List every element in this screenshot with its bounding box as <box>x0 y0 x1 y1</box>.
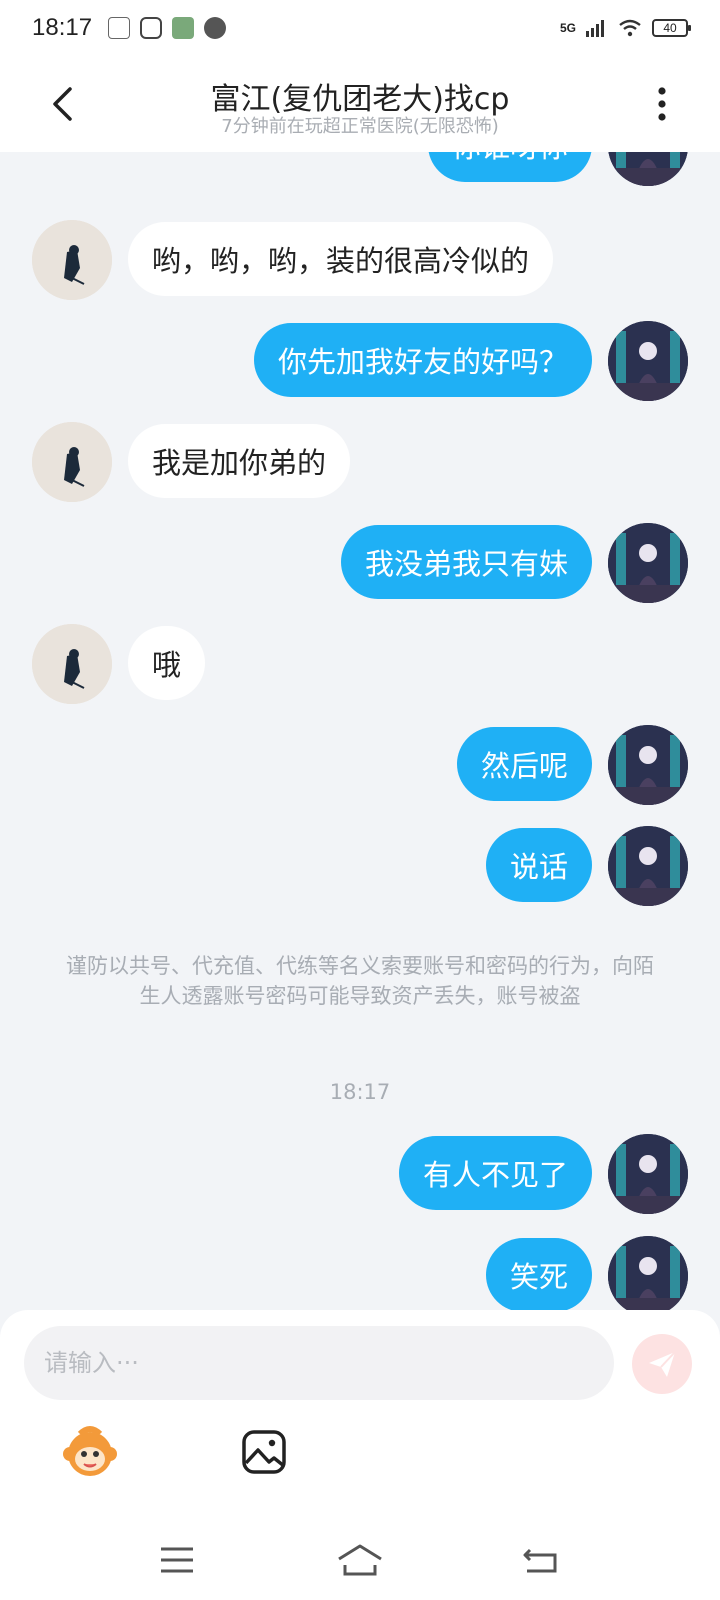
my-avatar[interactable] <box>608 826 688 906</box>
image-button[interactable] <box>234 1422 294 1482</box>
avatar-image-icon <box>608 152 688 186</box>
send-button[interactable] <box>632 1334 692 1394</box>
my-avatar[interactable] <box>608 152 688 186</box>
my-avatar[interactable] <box>608 725 688 805</box>
avatar-image-icon <box>608 523 688 603</box>
security-notice: 谨防以共号、代充值、代练等名义索要账号和密码的行为，向陌生人透露账号密码可能导致… <box>66 954 654 1008</box>
signal-icon <box>586 20 604 37</box>
back-nav-button[interactable] <box>510 1530 570 1590</box>
avatar-image-icon <box>608 321 688 401</box>
avatar-image-icon <box>608 1236 688 1310</box>
home-icon <box>338 1544 382 1576</box>
send-plane-icon <box>649 1351 676 1377</box>
app-notification-icon <box>108 17 131 39</box>
status-time: 18:17 <box>32 14 93 41</box>
message-bubble-outgoing[interactable]: 说话 <box>485 828 592 902</box>
battery-icon: 40 <box>652 19 691 37</box>
emoji-button[interactable] <box>60 1422 120 1482</box>
message-bubble-outgoing[interactable]: 你先加我好友的好吗？ <box>253 323 592 397</box>
message-list[interactable]: 你谁呀你 哟，哟，哟，装的很高冷似的 你先加我好友的好吗？ <box>0 152 720 1310</box>
my-avatar[interactable] <box>608 523 688 603</box>
message-bubble-incoming[interactable]: 哟，哟，哟，装的很高冷似的 <box>128 222 554 296</box>
more-vertical-icon <box>658 87 666 121</box>
avatar-image-icon <box>608 725 688 805</box>
message-bubble-outgoing[interactable]: 你谁呀你 <box>427 152 592 182</box>
return-icon <box>523 1548 557 1573</box>
menu-nav-button[interactable] <box>147 1530 207 1590</box>
status-bar: 18:17 5G 40 <box>0 0 720 56</box>
message-bubble-incoming[interactable]: 哦 <box>128 626 206 700</box>
avatar-image-icon <box>32 220 112 300</box>
contact-avatar[interactable] <box>32 220 112 300</box>
message-bubble-outgoing[interactable]: 然后呢 <box>456 727 592 801</box>
avatar-image-icon <box>32 624 112 704</box>
avatar-image-icon <box>608 1134 688 1214</box>
more-options-button[interactable] <box>640 82 684 126</box>
menu-icon <box>161 1547 193 1573</box>
message-bubble-icon <box>204 17 227 39</box>
home-nav-button[interactable] <box>330 1530 390 1590</box>
avatar-image-icon <box>32 422 112 502</box>
my-avatar[interactable] <box>608 1236 688 1310</box>
wifi-icon <box>619 19 641 37</box>
network-label: 5G <box>559 21 576 35</box>
contact-avatar[interactable] <box>32 624 112 704</box>
message-bubble-outgoing[interactable]: 有人不见了 <box>398 1136 592 1210</box>
message-bubble-incoming[interactable]: 我是加你弟的 <box>128 424 351 498</box>
message-bubble-outgoing[interactable]: 我没弟我只有妹 <box>340 525 592 599</box>
system-nav-bar <box>0 1530 720 1590</box>
contact-avatar[interactable] <box>32 422 112 502</box>
notification-icons <box>108 17 227 39</box>
my-avatar[interactable] <box>608 1134 688 1214</box>
image-icon <box>242 1430 286 1474</box>
my-avatar[interactable] <box>608 321 688 401</box>
chat-header: 富江(复仇团老大)找cp 7分钟前在玩超正常医院(无限恐怖) <box>0 56 720 152</box>
message-input[interactable] <box>24 1326 614 1400</box>
message-timestamp: 18:17 <box>329 1080 391 1104</box>
game-app-icon <box>172 17 195 39</box>
monkey-emoji-icon <box>63 1426 117 1476</box>
contact-status: 7分钟前在玩超正常医院(无限恐怖) <box>221 116 499 137</box>
video-app-icon <box>140 17 163 39</box>
avatar-image-icon <box>608 826 688 906</box>
message-bubble-outgoing[interactable]: 笑死 <box>485 1238 592 1310</box>
